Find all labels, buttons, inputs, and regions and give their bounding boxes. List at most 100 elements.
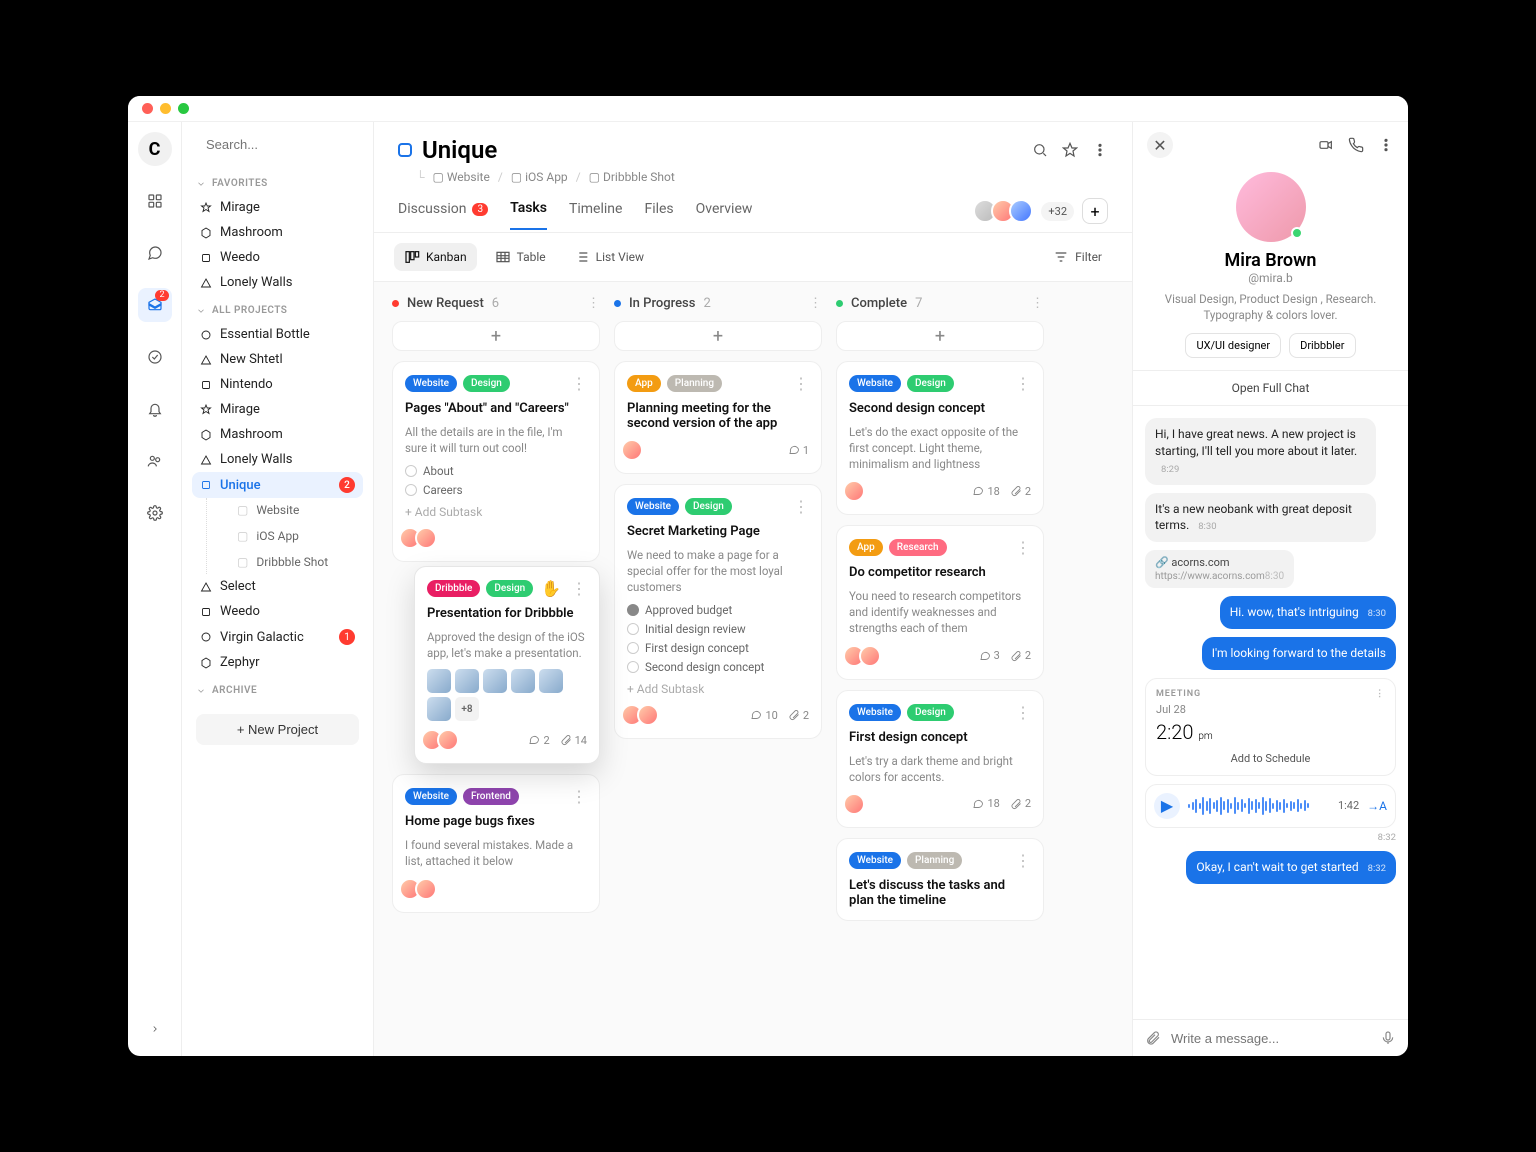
sidebar-item[interactable]: Essential Bottle — [192, 322, 363, 347]
comments-count[interactable]: 10 — [750, 709, 777, 722]
subtask-item[interactable]: Approved budget — [627, 603, 809, 617]
mic-icon[interactable] — [1380, 1030, 1396, 1046]
subtask-item[interactable]: Initial design review — [627, 622, 809, 636]
card-menu-button[interactable]: ⋮ — [1375, 689, 1385, 699]
project-tab[interactable]: Discussion3 — [398, 201, 488, 229]
add-card-button[interactable]: + — [836, 321, 1044, 351]
open-full-chat-button[interactable]: Open Full Chat — [1133, 370, 1408, 406]
view-table[interactable]: Table — [485, 243, 556, 271]
project-tab[interactable]: Timeline — [569, 201, 622, 229]
rail-team[interactable] — [138, 444, 172, 478]
video-icon[interactable] — [1318, 137, 1334, 153]
chat-link-card[interactable]: 🔗 acorns.comhttps://www.acorns.com 8:30 — [1145, 550, 1294, 588]
sidebar-item[interactable]: Select — [192, 574, 363, 599]
assignee-avatar[interactable] — [415, 878, 437, 900]
add-card-button[interactable]: + — [614, 321, 822, 351]
play-button[interactable]: ▶ — [1154, 793, 1180, 819]
waveform[interactable] — [1188, 796, 1330, 816]
minimize-window-dot[interactable] — [160, 103, 171, 114]
comments-count[interactable]: 2 — [528, 734, 549, 747]
task-card[interactable]: WebsiteDesign⋮Pages "About" and "Careers… — [392, 361, 600, 562]
sidebar-item[interactable]: Virgin Galactic1 — [192, 624, 363, 650]
task-card[interactable]: WebsitePlanning⋮Let's discuss the tasks … — [836, 838, 1044, 921]
attachment-thumbs[interactable]: +8 — [427, 669, 587, 721]
close-window-dot[interactable] — [142, 103, 153, 114]
transcript-button[interactable]: →A — [1367, 799, 1387, 813]
attachments-count[interactable]: 2 — [1010, 485, 1031, 498]
breadcrumb-item[interactable]: ▢ iOS App — [511, 170, 568, 184]
sidebar-item[interactable]: Mashroom — [192, 422, 363, 447]
view-list[interactable]: List View — [564, 243, 654, 271]
search-input[interactable] — [206, 137, 374, 152]
sidebar-subitem[interactable]: ▢Dribbble Shot — [229, 550, 363, 574]
archive-header[interactable]: ARCHIVE — [196, 685, 363, 696]
add-subtask-button[interactable]: + Add Subtask — [627, 682, 809, 696]
more-icon[interactable] — [1378, 137, 1394, 153]
subtask-item[interactable]: About — [405, 464, 587, 478]
sidebar-item[interactable]: Weedo — [192, 599, 363, 624]
comments-count[interactable]: 18 — [972, 797, 999, 810]
new-project-button[interactable]: + New Project — [196, 714, 359, 745]
sidebar-item[interactable]: Zephyr — [192, 650, 363, 675]
card-menu-button[interactable]: ⋮ — [571, 787, 587, 806]
card-menu-button[interactable]: ⋮ — [1015, 538, 1031, 557]
task-card[interactable]: WebsiteDesign⋮First design conceptLet's … — [836, 690, 1044, 828]
phone-icon[interactable] — [1348, 137, 1364, 153]
assignee-avatar[interactable] — [843, 480, 865, 502]
assignee-avatar[interactable] — [621, 439, 643, 461]
rail-collapse[interactable] — [138, 1012, 172, 1046]
star-icon[interactable] — [1062, 142, 1078, 158]
member-avatars[interactable] — [979, 199, 1033, 223]
sidebar-subitem[interactable]: ▢Website — [229, 498, 363, 522]
comments-count[interactable]: 1 — [788, 444, 809, 457]
add-to-schedule-button[interactable]: Add to Schedule — [1156, 752, 1385, 765]
breadcrumb-item[interactable]: ▢ Dribbble Shot — [589, 170, 675, 184]
profile-avatar[interactable] — [1236, 172, 1306, 242]
members-more[interactable]: +32 — [1041, 202, 1074, 221]
card-menu-button[interactable]: ⋮ — [793, 374, 809, 393]
sidebar-item[interactable]: Lonely Walls — [192, 270, 363, 295]
view-kanban[interactable]: Kanban — [394, 243, 477, 271]
all-projects-header[interactable]: ALL PROJECTS — [196, 305, 363, 316]
attachments-count[interactable]: 2 — [788, 709, 809, 722]
close-chat-button[interactable]: ✕ — [1147, 132, 1173, 158]
search-icon[interactable] — [1032, 142, 1048, 158]
sidebar-item[interactable]: Mirage — [192, 195, 363, 220]
message-input[interactable] — [1171, 1031, 1370, 1046]
subtask-item[interactable]: Careers — [405, 483, 587, 497]
project-tab[interactable]: Overview — [696, 201, 753, 229]
breadcrumb-item[interactable]: ▢ Website — [433, 170, 490, 184]
task-card[interactable]: WebsiteFrontend⋮Home page bugs fixesI fo… — [392, 774, 600, 912]
rail-inbox[interactable]: 2 — [138, 288, 172, 322]
sidebar-item[interactable]: Lonely Walls — [192, 447, 363, 472]
assignee-avatar[interactable] — [415, 527, 437, 549]
sidebar-item[interactable]: Mashroom — [192, 220, 363, 245]
add-card-button[interactable]: + — [392, 321, 600, 351]
filter-button[interactable]: Filter — [1043, 243, 1112, 271]
rail-tasks[interactable] — [138, 340, 172, 374]
favorites-header[interactable]: FAVORITES — [196, 178, 363, 189]
card-menu-button[interactable]: ⋮ — [571, 374, 587, 393]
sidebar-item[interactable]: New Shtetl — [192, 347, 363, 372]
column-menu-button[interactable]: ⋮ — [587, 296, 600, 311]
task-card[interactable]: WebsiteDesign⋮Second design conceptLet's… — [836, 361, 1044, 515]
app-logo[interactable]: C — [138, 132, 172, 166]
column-menu-button[interactable]: ⋮ — [1031, 296, 1044, 311]
task-card[interactable]: WebsiteDesign⋮Secret Marketing PageWe ne… — [614, 484, 822, 739]
sidebar-search[interactable] — [192, 132, 363, 156]
column-menu-button[interactable]: ⋮ — [809, 296, 822, 311]
card-menu-button[interactable]: ⋮ — [571, 579, 587, 598]
rail-apps[interactable] — [138, 184, 172, 218]
add-subtask-button[interactable]: + Add Subtask — [405, 505, 587, 519]
attachments-count[interactable]: 2 — [1010, 649, 1031, 662]
assignee-avatar[interactable] — [637, 704, 659, 726]
sidebar-item[interactable]: Unique2 — [192, 472, 363, 498]
more-icon[interactable] — [1092, 142, 1108, 158]
project-tab[interactable]: Tasks — [510, 200, 547, 230]
add-member-button[interactable]: + — [1082, 198, 1108, 224]
project-tab[interactable]: Files — [644, 201, 673, 229]
sidebar-item[interactable]: Weedo — [192, 245, 363, 270]
subtask-item[interactable]: Second design concept — [627, 660, 809, 674]
subtask-item[interactable]: First design concept — [627, 641, 809, 655]
assignee-avatar[interactable] — [437, 729, 459, 751]
